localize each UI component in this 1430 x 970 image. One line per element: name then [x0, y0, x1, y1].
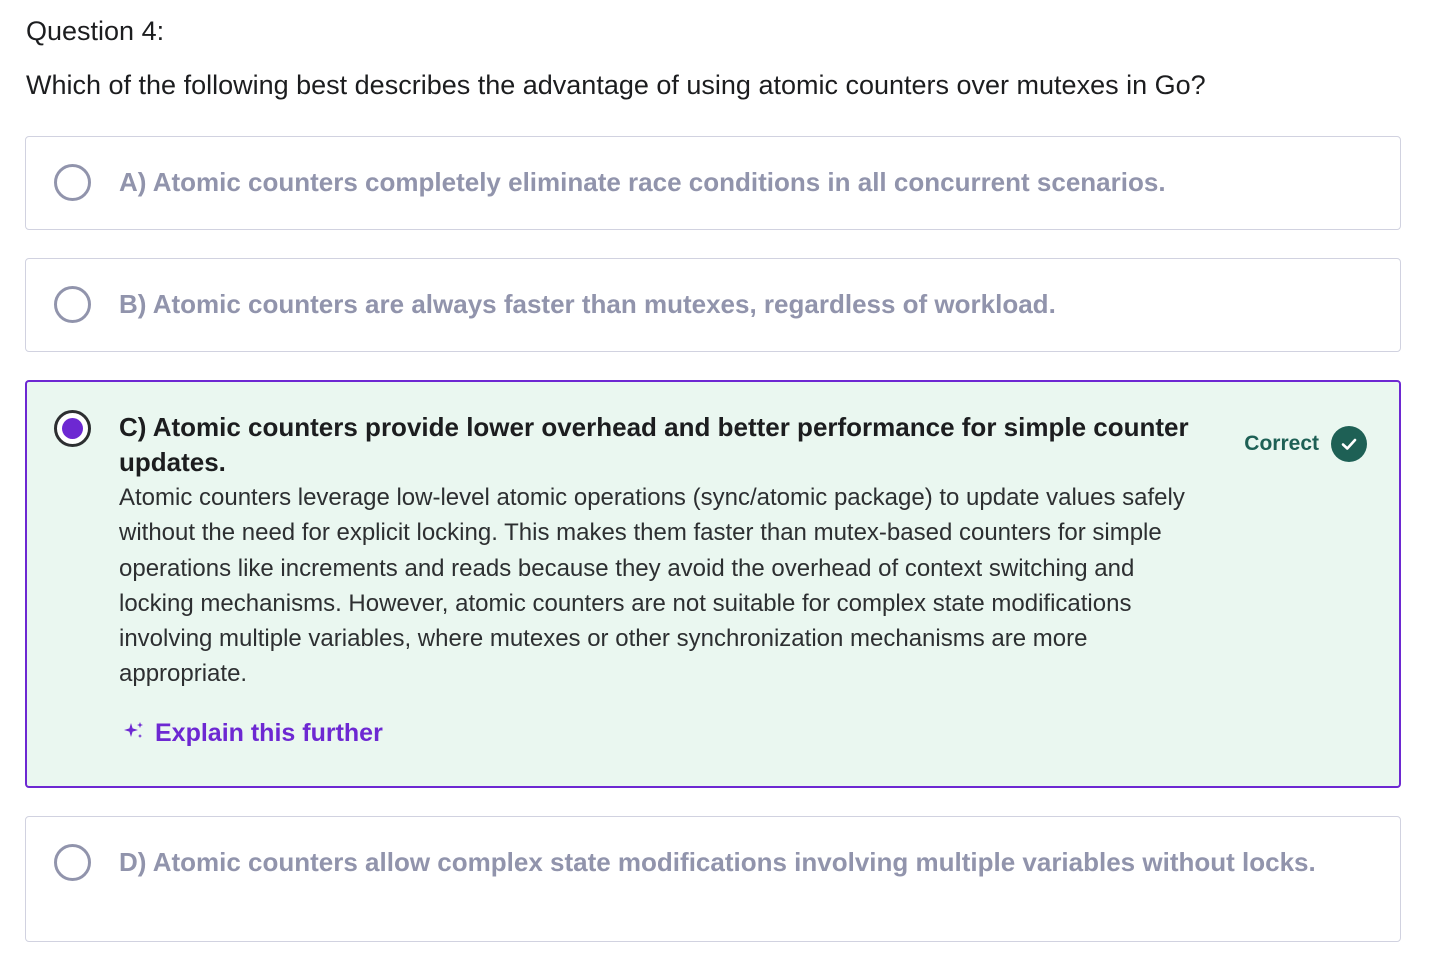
correct-label: Correct: [1244, 432, 1319, 455]
radio-unselected-icon[interactable]: [54, 844, 91, 881]
sparkle-icon: [123, 720, 145, 747]
radio-selected-icon[interactable]: [54, 410, 91, 447]
answer-option-c[interactable]: C) Atomic counters provide lower overhea…: [25, 380, 1401, 788]
correct-badge: Correct: [1244, 426, 1367, 462]
explain-further-button[interactable]: Explain this further: [123, 719, 383, 748]
answer-option-a[interactable]: A) Atomic counters completely eliminate …: [25, 136, 1401, 230]
radio-unselected-icon[interactable]: [54, 164, 91, 201]
answer-option-label: C) Atomic counters provide lower overhea…: [119, 412, 1189, 477]
check-circle-icon: [1331, 426, 1367, 462]
question-text: Which of the following best describes th…: [26, 70, 1206, 100]
answer-option-d[interactable]: D) Atomic counters allow complex state m…: [25, 816, 1401, 942]
explain-further-label: Explain this further: [155, 719, 383, 747]
answer-option-label: B) Atomic counters are always faster tha…: [119, 289, 1056, 319]
question-number: Question 4:: [26, 16, 165, 46]
radio-unselected-icon[interactable]: [54, 286, 91, 323]
answer-explanation: Atomic counters leverage low-level atomi…: [119, 484, 1185, 688]
answer-option-b[interactable]: B) Atomic counters are always faster tha…: [25, 258, 1401, 352]
answer-option-label: A) Atomic counters completely eliminate …: [119, 167, 1166, 197]
answer-option-label: D) Atomic counters allow complex state m…: [119, 847, 1316, 877]
